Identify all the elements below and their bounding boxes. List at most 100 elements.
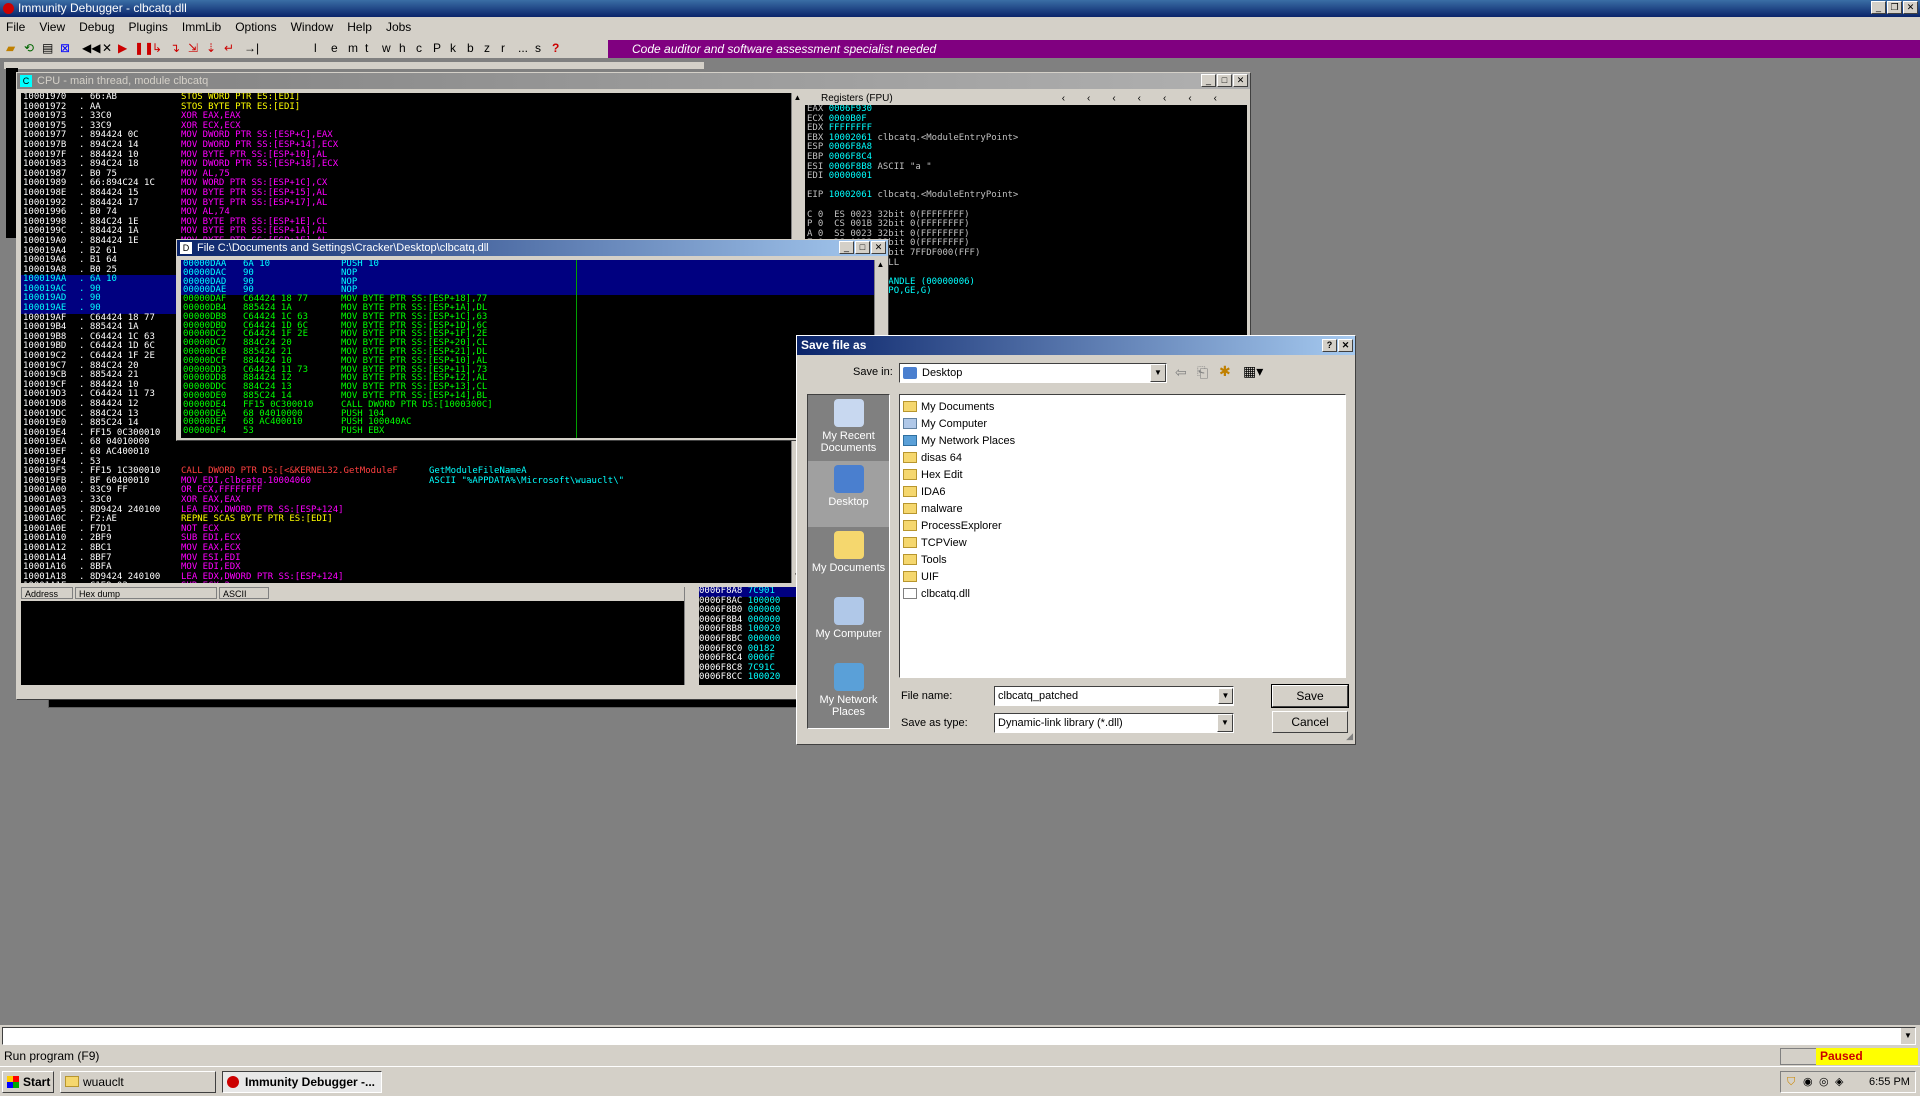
file-minimize-button[interactable]: _	[839, 241, 854, 254]
dump-col-hex[interactable]: Hex dump	[75, 587, 217, 599]
disasm-row[interactable]: 10001992. 884424 17 MOV BYTE PTR SS:[ESP+…	[21, 198, 791, 209]
trace-over-icon[interactable]: ⇣	[206, 40, 216, 56]
cancel-button[interactable]: Cancel	[1272, 711, 1348, 733]
attach-icon[interactable]: ⊠	[60, 40, 70, 56]
new-folder-icon[interactable]: ✱	[1219, 363, 1231, 380]
dialog-help-button[interactable]: ?	[1322, 339, 1337, 352]
save-type-select[interactable]: Dynamic-link library (*.dll) ▼	[994, 713, 1234, 733]
dump-col-ascii[interactable]: ASCII	[219, 587, 269, 599]
place-my-computer[interactable]: My Computer	[808, 593, 889, 659]
file-list-item[interactable]: ProcessExplorer	[903, 517, 1342, 534]
window-button-1[interactable]: e	[331, 40, 338, 56]
app-title-bar[interactable]: Immunity Debugger - clbcatq.dll _ ❐ ✕	[0, 0, 1920, 17]
window-button-9[interactable]: b	[467, 40, 474, 56]
file-disasm-row[interactable]: 00000DF4 53 PUSH EBX	[181, 427, 874, 436]
register-row[interactable]: EDI 00000001	[805, 171, 1247, 182]
window-button-12[interactable]: ...	[518, 40, 528, 56]
file-list-item[interactable]: My Documents	[903, 398, 1342, 415]
save-button[interactable]: Save	[1271, 684, 1349, 708]
window-button-13[interactable]: s	[535, 40, 541, 56]
save-file-dialog[interactable]: Save file as ? ✕ Save in: Desktop ▼ ⇦ ⎗ …	[796, 335, 1356, 745]
place-my-documents[interactable]: My Documents	[808, 527, 889, 593]
open-icon[interactable]: ▰	[6, 40, 15, 56]
disasm-row[interactable]: 10001973. 33C0 XOR EAX,EAX	[21, 112, 791, 122]
cpu-minimize-button[interactable]: _	[1201, 74, 1216, 87]
menu-file[interactable]: File	[6, 20, 25, 34]
clock[interactable]: 6:55 PM	[1869, 1072, 1910, 1092]
restart-icon[interactable]: ⟲	[24, 40, 34, 56]
menu-immlib[interactable]: ImmLib	[182, 20, 221, 34]
file-close-button[interactable]: ✕	[871, 241, 886, 254]
disasm-row[interactable]: 100019EF. 68 AC400010	[21, 447, 791, 458]
scroll-up-icon[interactable]: ▲	[792, 93, 803, 105]
task-immunity[interactable]: Immunity Debugger -...	[222, 1071, 382, 1093]
run-icon[interactable]: ▶	[118, 40, 127, 56]
window-button-11[interactable]: r	[501, 40, 505, 56]
step-back-icon[interactable]: ◀◀	[82, 40, 100, 56]
file-name-chevron-icon[interactable]: ▼	[1218, 688, 1233, 704]
file-maximize-button[interactable]: □	[855, 241, 870, 254]
disasm-row[interactable]: 10001A10. 2BF9 SUB EDI,ECX	[21, 534, 791, 544]
disasm-row[interactable]: 10001972. AA STOS BYTE PTR ES:[EDI]	[21, 102, 791, 113]
cpu-window-title-bar[interactable]: C CPU - main thread, module clbcatq _ □ …	[17, 73, 1250, 89]
step-into-icon[interactable]: ↳	[152, 40, 162, 56]
restore-button[interactable]: ❐	[1887, 1, 1902, 14]
tray-icon-1[interactable]: ◉	[1803, 1072, 1813, 1092]
security-shield-icon[interactable]: ⛉	[1787, 1072, 1795, 1092]
command-chevron-icon[interactable]: ▼	[1901, 1028, 1915, 1044]
window-button-6[interactable]: c	[416, 40, 422, 56]
file-list-item[interactable]: IDA6	[903, 483, 1342, 500]
dump-pane[interactable]	[21, 601, 684, 685]
file-list-item[interactable]: UIF	[903, 568, 1342, 585]
chevron-down-icon[interactable]: ▼	[1150, 364, 1166, 382]
save-in-select[interactable]: Desktop ▼	[899, 363, 1167, 383]
disasm-row[interactable]: 100019FB. BF 60400010 MOV EDI,clbcatq.100…	[21, 476, 791, 487]
file-disassembly-pane[interactable]: 00000DAA 6A 10 PUSH 10 00000DAC 90 NOP 00000DA…	[181, 260, 874, 438]
view-menu-icon[interactable]: ▦▾	[1243, 363, 1263, 380]
file-list-item[interactable]: My Computer	[903, 415, 1342, 432]
window-button-14[interactable]: ?	[552, 40, 559, 56]
dump-col-address[interactable]: Address	[21, 587, 73, 599]
window-button-3[interactable]: t	[365, 40, 368, 56]
menu-options[interactable]: Options	[235, 20, 276, 34]
window-button-7[interactable]: P	[433, 40, 441, 56]
disasm-row[interactable]: 10001A0C. F2:AE REPNE SCAS BYTE PTR ES:[E…	[21, 515, 791, 525]
step-over-icon[interactable]: ↴	[170, 40, 180, 56]
window-button-8[interactable]: k	[450, 40, 456, 56]
file-disasm-row[interactable]: 00000DAD 90 NOP	[181, 277, 874, 287]
disasm-row[interactable]: 10001983. 894C24 18 MOV DWORD PTR SS:[ESP…	[21, 160, 791, 170]
file-disasm-row[interactable]: 00000DEF 68 AC400010 PUSH 100040AC	[181, 418, 874, 427]
execute-till-return-icon[interactable]: ↵	[224, 40, 234, 56]
close-file-icon[interactable]: ▤	[42, 40, 53, 56]
disasm-row[interactable]: 10001A05. 8D9424 240100 LEA EDX,DWORD PTR…	[21, 505, 791, 516]
menu-view[interactable]: View	[39, 20, 65, 34]
tray-icon-2[interactable]: ◎	[1819, 1072, 1829, 1092]
disasm-row[interactable]: 10001A0E. F7D1 NOT ECX	[21, 524, 791, 535]
command-input[interactable]: ▼	[2, 1027, 1916, 1045]
disasm-row[interactable]: 10001A14. 8BF7 MOV ESI,EDI	[21, 553, 791, 564]
up-folder-icon[interactable]: ⎗	[1197, 364, 1208, 381]
file-list-item[interactable]: Tools	[903, 551, 1342, 568]
menu-plugins[interactable]: Plugins	[129, 20, 168, 34]
file-list-item[interactable]: malware	[903, 500, 1342, 517]
dump-scrollbar[interactable]	[684, 587, 696, 685]
file-list-item[interactable]: Hex Edit	[903, 466, 1342, 483]
job-banner[interactable]: Code auditor and software assessment spe…	[608, 40, 1920, 58]
dialog-close-button[interactable]: ✕	[1338, 339, 1353, 352]
file-list-item[interactable]: clbcatq.dll	[903, 585, 1342, 602]
file-list[interactable]: My Documents My Computer My Network Places…	[899, 394, 1346, 678]
menu-window[interactable]: Window	[291, 20, 334, 34]
window-button-4[interactable]: w	[382, 40, 391, 56]
disasm-row[interactable]: 10001A12. 8BC1 MOV EAX,ECX	[21, 543, 791, 554]
file-list-item[interactable]: disas 64	[903, 449, 1342, 466]
start-button[interactable]: Start	[2, 1071, 54, 1093]
file-disasm-row[interactable]: 00000DAC 90 NOP	[181, 268, 874, 278]
task-wuauclt[interactable]: wuauclt	[60, 1071, 216, 1093]
menu-debug[interactable]: Debug	[79, 20, 114, 34]
register-nav-arrows[interactable]: ‹‹‹‹‹‹‹	[1062, 93, 1239, 105]
disasm-row[interactable]: 10001970. 66:AB STOS WORD PTR ES:[EDI]	[21, 93, 791, 103]
stack-pane[interactable]: 0006F8A8 7C901 0006F8AC 100000 0006F8B0 00…	[699, 587, 799, 685]
disasm-row[interactable]: 10001A18. 8D9424 240100 LEA EDX,DWORD PTR…	[21, 572, 791, 583]
stop-icon[interactable]: ✕	[102, 40, 112, 56]
menu-help[interactable]: Help	[347, 20, 372, 34]
